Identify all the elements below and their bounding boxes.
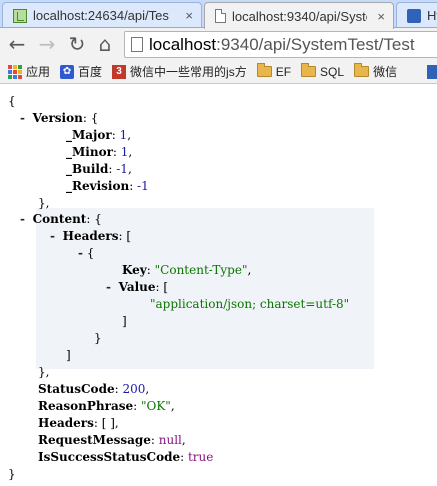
bookmark-label: EF (275, 64, 292, 79)
json-key: Value (118, 280, 156, 294)
tab-title: localhost:24634/api/Tes (33, 8, 169, 23)
json-root-close: } (8, 467, 16, 481)
tab-title: Ht (427, 8, 437, 23)
url-host: localhost (149, 34, 217, 54)
bookmark-label: 应用 (26, 65, 51, 79)
bookmark-wechat-js[interactable]: 3 微信中一些常用的js方 (112, 63, 247, 80)
folder-icon (301, 63, 317, 77)
back-arrow-icon[interactable]: ← (6, 33, 28, 55)
document-icon (215, 9, 226, 23)
bookmark-label: 微信中一些常用的js方 (130, 65, 247, 79)
tab-title: localhost:9340/api/Syste (232, 8, 368, 24)
forward-arrow-icon[interactable]: → (36, 33, 58, 55)
json-row-headers: Headers: [ ], (38, 416, 119, 430)
json-key: Headers (38, 416, 94, 430)
folder-icon (354, 63, 370, 77)
collapse-toggle[interactable]: - (78, 246, 83, 260)
home-icon[interactable]: ⌂ (94, 33, 116, 55)
close-icon[interactable]: × (181, 8, 193, 23)
apps-icon (8, 64, 22, 79)
json-key: _Build (66, 162, 109, 176)
json-key: IsSuccessStatusCode (38, 450, 181, 464)
tab-ht[interactable]: Ht (396, 2, 437, 28)
bookmark-folder-sql[interactable]: SQL (301, 63, 345, 79)
page-info-icon[interactable] (131, 37, 143, 52)
json-value: true (187, 450, 214, 464)
json-row-header-item: - { (78, 246, 95, 260)
close-icon[interactable]: × (373, 9, 385, 24)
json-key: Key (122, 263, 147, 277)
json-row-content-headers: - Headers: [ (50, 229, 132, 243)
json-content-close: }, (38, 365, 50, 379)
json-version-close: }, (38, 196, 50, 210)
json-row-major: _Major: 1, (66, 128, 132, 142)
tab-strip: localhost:24634/api/Tes × localhost:9340… (0, 0, 437, 29)
page-favicon-icon (407, 8, 421, 23)
bookmark-label: SQL (320, 64, 345, 79)
tab-localhost-9340-active[interactable]: localhost:9340/api/Syste × (204, 2, 394, 29)
json-key: _Revision (66, 179, 130, 193)
json-key: RequestMessage (38, 433, 151, 447)
json-headers-close: ] (66, 348, 71, 362)
json-item-close: } (94, 331, 102, 345)
address-bar[interactable]: localhost:9340/api/SystemTest/Test (124, 31, 437, 58)
json-row-item-value: - Value: [ (106, 280, 169, 294)
bookmark-label: 百度 (78, 65, 103, 79)
json-value: 200 (122, 382, 146, 396)
json-row-content: - Content: { (20, 212, 102, 226)
json-key: _Major (66, 128, 112, 142)
json-key: ReasonPhrase (38, 399, 134, 413)
json-key: _Minor (66, 145, 113, 159)
collapse-toggle[interactable]: - (20, 111, 25, 125)
page-favicon-icon (13, 8, 27, 23)
url-text: localhost:9340/api/SystemTest/Test (149, 35, 415, 55)
b3-icon: 3 (112, 64, 127, 79)
json-row-minor: _Minor: 1, (66, 145, 133, 159)
folder-icon (256, 63, 272, 77)
bookmark-folder-ef[interactable]: EF (256, 63, 292, 79)
bookmark-label: 微信 (373, 65, 398, 79)
json-row-is-success: IsSuccessStatusCode: true (38, 450, 214, 464)
json-row-version: - Version: { (20, 111, 99, 125)
bookmark-overflow-icon[interactable] (427, 64, 437, 79)
json-key: Headers (62, 229, 119, 243)
collapse-toggle[interactable]: - (106, 280, 111, 294)
json-value-close: ] (122, 314, 127, 328)
json-viewer: { - Version: { _Major: 1, _Minor: 1, _Bu… (0, 85, 437, 486)
json-value: -1 (116, 162, 128, 176)
url-path: :9340/api/SystemTest/Test (216, 34, 415, 54)
baidu-paw-icon: ✿ (60, 64, 75, 79)
json-value: 1 (119, 128, 128, 142)
bookmark-baidu[interactable]: ✿ 百度 (60, 63, 102, 80)
json-row-build: _Build: -1, (66, 162, 132, 176)
json-row-revision: _Revision: -1 (66, 179, 149, 193)
json-value: [ ] (101, 416, 115, 430)
json-value: "OK" (140, 399, 171, 413)
json-row-reason-phrase: ReasonPhrase: "OK", (38, 399, 175, 413)
reload-icon[interactable]: ↻ (66, 33, 88, 55)
json-row-item-key: Key: "Content-Type", (122, 263, 252, 277)
json-value: "Content-Type" (154, 263, 248, 277)
json-value: -1 (137, 179, 149, 193)
collapse-toggle[interactable]: - (50, 229, 55, 243)
json-key: StatusCode (38, 382, 115, 396)
bookmark-folder-wechat[interactable]: 微信 (354, 63, 397, 80)
json-root-open: { (8, 94, 16, 108)
json-value: 1 (120, 145, 129, 159)
json-key: Content (32, 212, 87, 226)
bookmark-apps[interactable]: 应用 (8, 63, 50, 80)
json-value: null (158, 433, 182, 447)
browser-toolbar: ← → ↻ ⌂ localhost:9340/api/SystemTest/Te… (0, 28, 437, 60)
json-value: "application/json; charset=utf-8" (150, 297, 350, 311)
json-key: Version (32, 111, 83, 125)
json-row-value-item: "application/json; charset=utf-8" (150, 296, 349, 313)
json-row-request-message: RequestMessage: null, (38, 433, 186, 447)
bookmarks-bar: 应用 ✿ 百度 3 微信中一些常用的js方 EF SQL 微信 (0, 60, 437, 84)
tab-localhost-24634[interactable]: localhost:24634/api/Tes × (2, 2, 202, 28)
json-row-status-code: StatusCode: 200, (38, 382, 150, 396)
collapse-toggle[interactable]: - (20, 212, 25, 226)
